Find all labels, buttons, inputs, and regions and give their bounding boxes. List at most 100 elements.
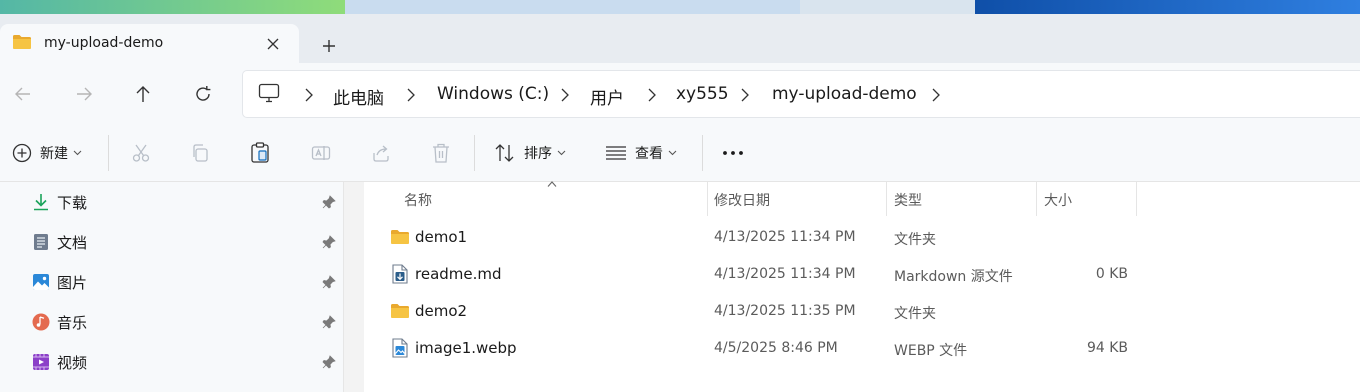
chevron-down-icon <box>73 150 82 156</box>
file-date: 4/13/2025 11:34 PM <box>714 266 856 282</box>
file-row-demo2[interactable]: demo2 4/13/2025 11:35 PM 文件夹 <box>364 294 1360 331</box>
sidebar-item-label: 音乐 <box>57 314 88 332</box>
music-icon <box>32 313 50 331</box>
forward-button[interactable] <box>70 80 98 108</box>
pin-icon[interactable] <box>322 355 336 369</box>
file-row-demo1[interactable]: demo1 4/13/2025 11:34 PM 文件夹 <box>364 220 1360 257</box>
breadcrumb-my-upload-demo[interactable]: my-upload-demo <box>772 84 917 104</box>
file-type: 文件夹 <box>894 232 936 248</box>
arrow-up-icon <box>136 86 150 102</box>
chevron-right-icon[interactable] <box>303 88 315 102</box>
plus-icon <box>323 40 335 52</box>
file-type: WEBP 文件 <box>894 343 968 359</box>
file-date: 4/5/2025 8:46 PM <box>714 340 838 356</box>
markdown-file-icon <box>392 264 408 284</box>
breadcrumb-windows-c[interactable]: Windows (C:) <box>437 84 549 104</box>
address-row: 此电脑 Windows (C:) 用户 xy555 my-upload-demo <box>0 63 1360 124</box>
new-button[interactable]: 新建 <box>12 124 82 182</box>
sidebar-item-label: 图片 <box>57 274 88 292</box>
file-date: 4/13/2025 11:34 PM <box>714 229 856 245</box>
plus-circle-icon <box>12 143 32 163</box>
sidebar-item-videos[interactable]: 视频 <box>0 342 343 382</box>
file-name: demo1 <box>415 228 468 246</box>
file-size: 94 KB <box>1086 340 1128 356</box>
document-icon <box>34 234 48 250</box>
tab-bar: my-upload-demo <box>0 14 1360 63</box>
file-size: 0 KB <box>1095 266 1128 282</box>
view-label: 查看 <box>635 146 663 162</box>
breadcrumb-this-pc[interactable]: 此电脑 <box>333 84 384 109</box>
address-bar[interactable]: 此电脑 Windows (C:) 用户 xy555 my-upload-demo <box>242 70 1360 118</box>
pin-icon[interactable] <box>322 275 336 289</box>
share-button[interactable] <box>371 124 391 182</box>
paste-button[interactable] <box>250 124 270 182</box>
tab-title: my-upload-demo <box>44 35 164 51</box>
scissors-icon <box>132 144 150 162</box>
back-button[interactable] <box>9 80 37 108</box>
arrow-right-icon <box>77 87 92 101</box>
copy-icon <box>193 144 208 162</box>
sidebar-item-pictures[interactable]: 图片 <box>0 262 343 302</box>
column-header-date[interactable]: 修改日期 <box>708 182 886 216</box>
column-header-name[interactable]: 名称 <box>364 181 707 216</box>
sort-icon <box>495 144 514 162</box>
breadcrumb-users[interactable]: 用户 <box>590 84 624 109</box>
delete-button[interactable] <box>431 124 451 182</box>
file-row-image1[interactable]: image1.webp 4/5/2025 8:46 PM WEBP 文件 94 … <box>364 331 1360 368</box>
background-windows-strip <box>0 0 1360 14</box>
new-tab-button[interactable] <box>316 33 342 59</box>
folder-icon <box>391 230 409 244</box>
pin-icon[interactable] <box>322 235 336 249</box>
sidebar-item-music[interactable]: 音乐 <box>0 302 343 342</box>
column-header-date-label: 修改日期 <box>714 193 770 209</box>
cut-button[interactable] <box>131 124 151 182</box>
folder-icon <box>12 34 32 54</box>
sort-button[interactable]: 排序 <box>494 124 566 182</box>
chevron-right-icon[interactable] <box>739 88 751 102</box>
clipboard-icon <box>251 142 269 163</box>
sidebar-item-label: 下载 <box>57 194 88 212</box>
chevron-right-icon[interactable] <box>559 88 571 102</box>
sort-ascending-icon <box>547 181 557 187</box>
chevron-right-icon[interactable] <box>405 88 417 102</box>
pin-icon[interactable] <box>322 315 336 329</box>
chevron-down-icon <box>668 150 677 156</box>
file-name: image1.webp <box>415 339 517 357</box>
chevron-down-icon <box>557 150 566 156</box>
file-row-readme[interactable]: readme.md 4/13/2025 11:34 PM Markdown 源文… <box>364 257 1360 294</box>
refresh-button[interactable] <box>189 80 217 108</box>
view-button[interactable]: 查看 <box>605 124 677 182</box>
column-header-size[interactable]: 大小 <box>1037 182 1137 216</box>
chevron-right-icon[interactable] <box>646 88 658 102</box>
file-name: demo2 <box>415 302 468 320</box>
more-options-button[interactable] <box>722 124 744 182</box>
sidebar-item-label: 视频 <box>57 354 88 372</box>
up-button[interactable] <box>129 80 157 108</box>
file-date: 4/13/2025 11:35 PM <box>714 303 856 319</box>
file-type: 文件夹 <box>894 306 936 322</box>
sidebar-item-documents[interactable]: 文档 <box>0 222 343 262</box>
breadcrumb-xy555[interactable]: xy555 <box>676 84 729 104</box>
navigation-pane: 下载 文档 图片 音乐 视频 <box>0 182 343 392</box>
sidebar-item-downloads[interactable]: 下载 <box>0 182 343 222</box>
new-label: 新建 <box>40 146 68 162</box>
rename-button[interactable] <box>311 124 331 182</box>
column-header-size-label: 大小 <box>1044 193 1072 209</box>
pin-icon[interactable] <box>322 195 336 209</box>
column-header-type[interactable]: 类型 <box>887 182 1036 216</box>
close-tab-button[interactable] <box>262 33 284 55</box>
command-bar: 新建 排序 查看 <box>0 124 1360 182</box>
image-file-icon <box>392 338 408 358</box>
pictures-icon <box>33 274 49 290</box>
copy-button[interactable] <box>190 124 210 182</box>
pane-splitter[interactable] <box>343 182 364 392</box>
view-list-icon <box>606 146 626 160</box>
arrow-left-icon <box>15 87 30 101</box>
chevron-right-icon[interactable] <box>930 88 942 102</box>
trash-icon <box>433 143 449 163</box>
share-icon <box>373 145 389 162</box>
tab-my-upload-demo[interactable]: my-upload-demo <box>0 24 299 63</box>
sidebar-item-label: 文档 <box>57 234 88 252</box>
column-header-type-label: 类型 <box>894 193 922 209</box>
download-icon <box>34 194 48 211</box>
